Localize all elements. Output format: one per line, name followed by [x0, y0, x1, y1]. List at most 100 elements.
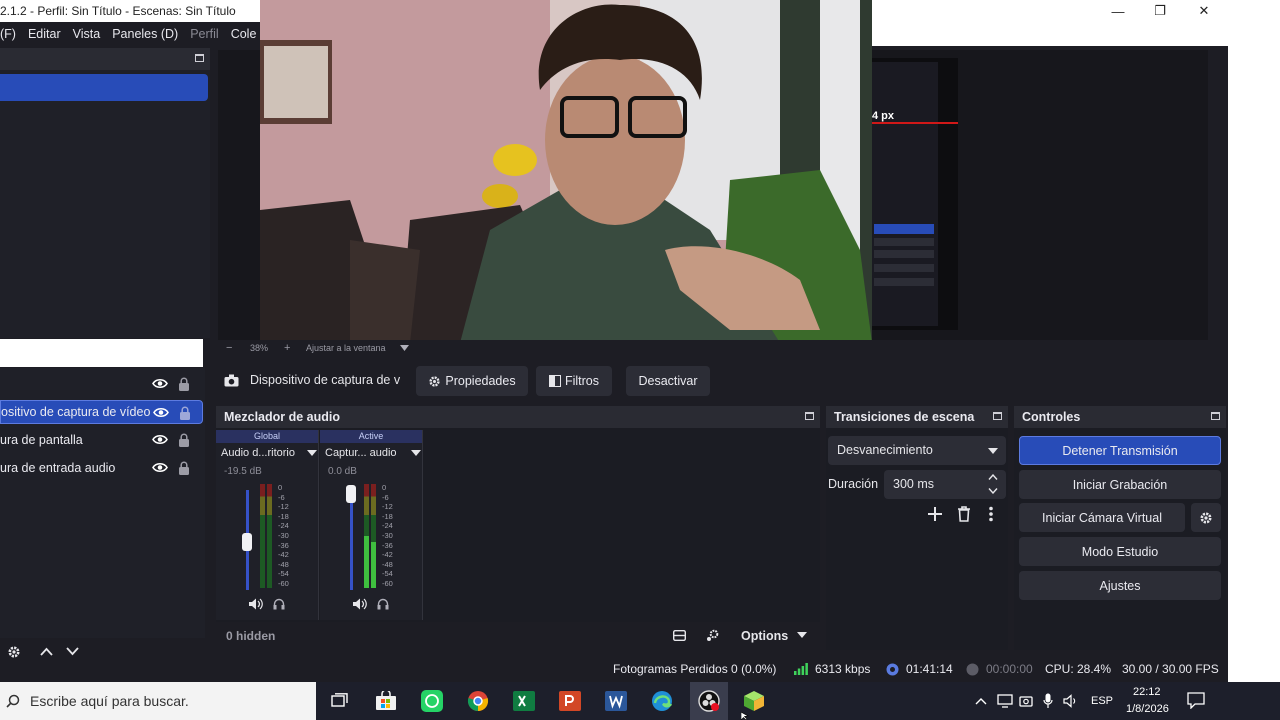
increment-icon[interactable] — [988, 474, 998, 480]
menu-profile[interactable]: Perfil — [186, 27, 226, 41]
chevron-down-icon[interactable] — [400, 345, 409, 351]
tray-expand-icon[interactable] — [975, 697, 987, 705]
source-row[interactable]: ura de pantalla — [0, 428, 203, 452]
undock-icon[interactable] — [195, 54, 204, 62]
close-button[interactable]: ✕ — [1182, 0, 1226, 22]
powerpoint-app-icon[interactable] — [556, 687, 584, 715]
visibility-eye-icon[interactable] — [152, 462, 168, 473]
filters-button[interactable]: Filtros — [536, 366, 612, 396]
fit-to-window-label[interactable]: Ajustar a la ventana — [306, 343, 386, 353]
task-view-icon[interactable] — [326, 687, 354, 715]
undock-icon[interactable] — [805, 412, 814, 420]
cube-app-icon[interactable] — [740, 687, 768, 715]
sources-filter-input[interactable] — [0, 339, 203, 367]
stream-time: 01:41:14 — [906, 662, 953, 676]
channel-name[interactable]: Captur... audio — [325, 447, 397, 459]
stop-streaming-button[interactable]: Detener Transmisión — [1019, 436, 1221, 465]
notifications-icon[interactable] — [1187, 692, 1205, 709]
speaker-icon[interactable] — [353, 598, 367, 610]
source-row-selected[interactable]: ositivo de captura de vídeo — [0, 400, 203, 424]
volume-fader-track[interactable] — [350, 490, 353, 590]
undock-icon[interactable] — [993, 412, 1002, 420]
audio-meter-right — [371, 484, 376, 588]
virtual-camera-settings-button[interactable] — [1191, 503, 1221, 532]
clock-time[interactable]: 22:12 — [1133, 686, 1161, 698]
word-app-icon[interactable] — [602, 687, 630, 715]
audio-meter-left — [260, 484, 265, 588]
edge-app-icon[interactable] — [648, 687, 676, 715]
volume-icon[interactable] — [1063, 694, 1079, 708]
layout-toggle-icon[interactable] — [673, 630, 686, 641]
gear-icon — [429, 375, 440, 387]
menu-view[interactable]: Vista — [69, 27, 109, 41]
chrome-app-icon[interactable] — [464, 687, 492, 715]
settings-button[interactable]: Ajustes — [1019, 571, 1221, 600]
trash-icon[interactable] — [957, 506, 971, 522]
decrement-icon[interactable] — [988, 488, 998, 494]
visibility-eye-icon[interactable] — [152, 434, 168, 445]
lock-icon[interactable] — [178, 433, 190, 447]
options-button[interactable]: Options — [741, 629, 788, 643]
transition-select[interactable]: Desvanecimiento — [828, 436, 1006, 465]
scenes-list — [0, 70, 210, 338]
more-options-icon[interactable] — [988, 506, 994, 522]
lock-icon[interactable] — [179, 406, 191, 420]
move-up-icon[interactable] — [40, 647, 53, 656]
minimize-button[interactable]: — — [1096, 0, 1140, 22]
audio-mixer-header: Mezclador de audio — [216, 406, 820, 428]
advanced-audio-icon[interactable] — [706, 629, 720, 642]
scene-item-selected[interactable] — [0, 74, 208, 101]
speaker-icon[interactable] — [249, 598, 263, 610]
visibility-eye-icon[interactable] — [152, 378, 168, 389]
network-icon[interactable] — [997, 694, 1013, 708]
mouse-cursor-icon — [741, 712, 749, 720]
zoom-out-button[interactable]: − — [226, 342, 232, 354]
move-down-icon[interactable] — [66, 647, 79, 656]
transition-selected: Desvanecimiento — [837, 443, 933, 457]
clock-date[interactable]: 1/8/2026 — [1126, 703, 1169, 715]
volume-fader-knob[interactable] — [242, 533, 252, 551]
camera-in-use-icon[interactable] — [1019, 694, 1033, 708]
chevron-down-icon[interactable] — [411, 450, 421, 456]
controls-title: Controles — [1022, 410, 1081, 424]
window-title: 2.1.2 - Perfil: Sin Título - Escenas: Si… — [0, 4, 236, 18]
menu-edit[interactable]: Editar — [24, 27, 69, 41]
properties-button[interactable]: Propiedades — [416, 366, 528, 396]
source-label: ura de entrada audio — [0, 461, 116, 475]
store-app-icon[interactable] — [372, 687, 400, 715]
taskbar-search[interactable]: Escribe aquí para buscar. — [0, 682, 316, 720]
microphone-icon[interactable] — [1043, 693, 1053, 709]
chevron-down-icon[interactable] — [307, 450, 317, 456]
menu-file[interactable]: (F) — [0, 27, 24, 41]
headphones-icon[interactable] — [377, 598, 389, 610]
volume-fader-knob[interactable] — [346, 485, 356, 503]
scenes-dock-header — [0, 48, 210, 70]
chevron-down-icon[interactable] — [797, 632, 807, 638]
start-virtual-camera-button[interactable]: Iniciar Cámara Virtual — [1019, 503, 1185, 532]
studio-mode-button[interactable]: Modo Estudio — [1019, 537, 1221, 566]
channel-name[interactable]: Audio d...ritorio — [221, 447, 295, 459]
input-language[interactable]: ESP — [1091, 695, 1113, 707]
excel-app-icon[interactable] — [510, 687, 538, 715]
properties-label: Propiedades — [445, 374, 516, 388]
add-transition-icon[interactable] — [928, 507, 942, 521]
maximize-button[interactable]: ❐ — [1138, 0, 1182, 22]
obs-app-icon[interactable] — [690, 682, 728, 720]
lock-icon[interactable] — [178, 377, 190, 391]
zoom-level: 38% — [250, 343, 269, 353]
lock-icon[interactable] — [178, 461, 190, 475]
whatsapp-app-icon[interactable] — [418, 687, 446, 715]
source-row[interactable] — [0, 372, 203, 396]
headphones-icon[interactable] — [273, 598, 285, 610]
zoom-in-button[interactable]: + — [284, 342, 290, 354]
start-recording-button[interactable]: Iniciar Grabación — [1019, 470, 1221, 499]
duration-input[interactable]: 300 ms — [884, 470, 1006, 499]
visibility-eye-icon[interactable] — [153, 407, 169, 418]
undock-icon[interactable] — [1211, 412, 1220, 420]
menu-collection[interactable]: Cole — [227, 27, 265, 41]
gear-icon[interactable] — [7, 645, 21, 659]
mixer-channel-desktop: Global Audio d...ritorio -19.5 dB 0 -6 -12… — [216, 430, 319, 620]
menu-docks[interactable]: Paneles (D) — [108, 27, 186, 41]
deactivate-button[interactable]: Desactivar — [626, 366, 710, 396]
source-row[interactable]: ura de entrada audio — [0, 456, 203, 480]
